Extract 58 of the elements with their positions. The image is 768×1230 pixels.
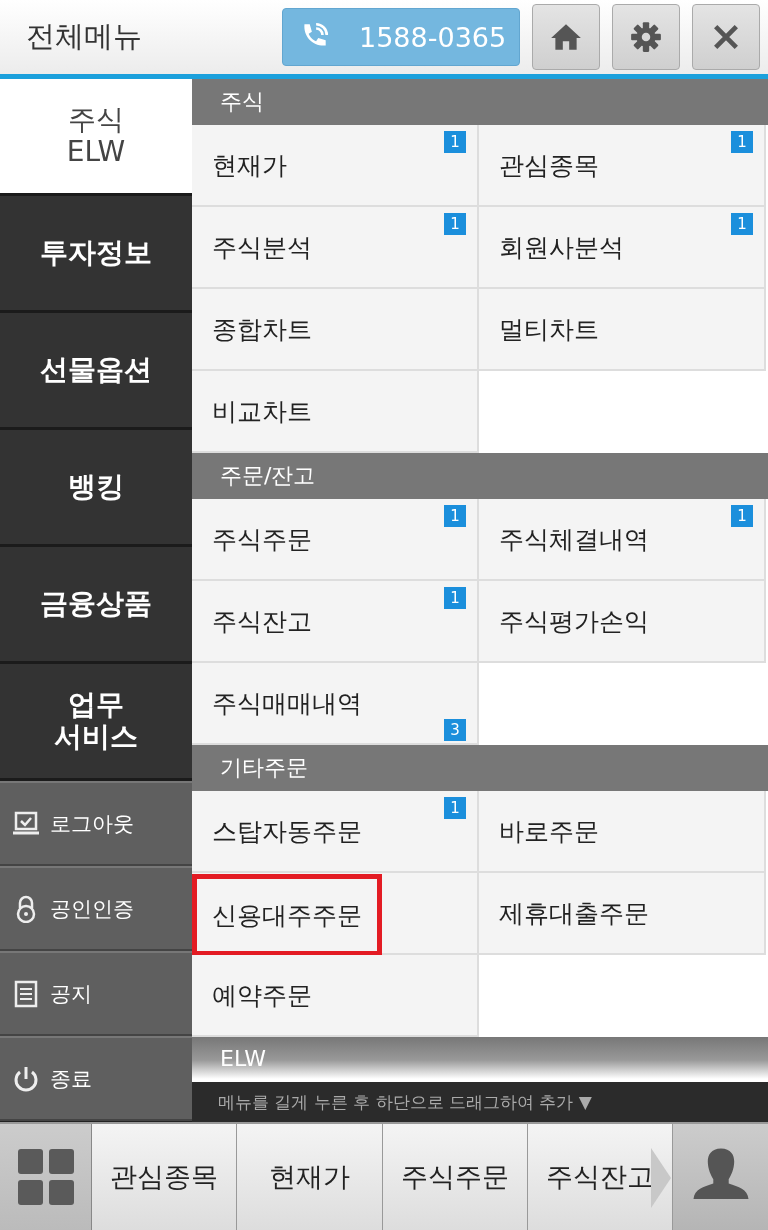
section-header: 주식 [192, 79, 768, 125]
count-badge: 1 [444, 797, 466, 819]
menu-item[interactable]: 제휴대출주문 [479, 873, 766, 955]
quick-menu-button[interactable]: 현재가 [237, 1124, 383, 1230]
count-badge: 1 [444, 587, 466, 609]
document-icon [12, 979, 40, 1008]
count-badge: 1 [444, 213, 466, 235]
settings-button[interactable] [612, 4, 680, 70]
utility-button[interactable]: 종료 [0, 1036, 192, 1121]
menu-item[interactable]: 회원사분석 1 [479, 207, 766, 289]
menu-item[interactable]: 종합차트 [192, 289, 479, 371]
menu-item[interactable]: 예약주문 [192, 955, 479, 1037]
section-header: 기타주문 [192, 745, 768, 791]
section-header: ELW [192, 1037, 768, 1079]
menu-item[interactable]: 주식주문 1 [192, 499, 479, 581]
count-badge: 1 [731, 505, 753, 527]
page-title: 전체메뉴 [26, 18, 142, 55]
menu-item[interactable]: 주식평가손익 [479, 581, 766, 663]
utility-button[interactable]: 공지 [0, 951, 192, 1036]
all-menu-button[interactable] [0, 1124, 92, 1230]
laptop-check-icon [12, 809, 40, 838]
profile-button[interactable] [673, 1124, 768, 1230]
menu-item[interactable]: 스탑자동주문 1 [192, 791, 479, 873]
category-tab[interactable]: 금융상품 [0, 547, 192, 664]
category-tab[interactable]: 주식 ELW [0, 79, 192, 196]
utility-button[interactable]: 공인인증 [0, 866, 192, 951]
home-button[interactable] [532, 4, 600, 70]
category-tab[interactable]: 투자정보 [0, 196, 192, 313]
menu-item[interactable]: 관심종목 1 [479, 125, 766, 207]
power-icon [12, 1064, 40, 1093]
quick-menu-button[interactable]: 주식주문 [382, 1124, 528, 1230]
utility-button[interactable]: 로그아웃 [0, 781, 192, 866]
count-badge: 1 [444, 505, 466, 527]
close-button[interactable] [692, 4, 760, 70]
count-badge: 3 [444, 719, 466, 741]
menu-item[interactable]: 비교차트 [192, 371, 479, 453]
count-badge: 1 [731, 131, 753, 153]
menu-item[interactable]: 주식분석 1 [192, 207, 479, 289]
category-tab[interactable]: 선물옵션 [0, 313, 192, 430]
menu-item[interactable]: 주식체결내역 1 [479, 499, 766, 581]
chevron-icon [651, 1148, 671, 1208]
category-tab[interactable]: 업무 서비스 [0, 664, 192, 781]
settings-icon [629, 20, 663, 54]
grid-icon [15, 1147, 76, 1207]
menu-item[interactable]: 현재가 1 [192, 125, 479, 207]
count-badge: 1 [731, 213, 753, 235]
quick-menu-button[interactable]: 관심종목 [92, 1124, 238, 1230]
section-header: 주문/잔고 [192, 453, 768, 499]
quick-menu-button[interactable]: 주식잔고 [527, 1124, 673, 1230]
menu-item[interactable]: 바로주문 [479, 791, 766, 873]
menu-item[interactable]: 멀티차트 [479, 289, 766, 371]
menu-item[interactable]: 주식매매내역 3 [192, 663, 479, 745]
count-badge: 1 [444, 131, 466, 153]
category-tab[interactable]: 뱅킹 [0, 430, 192, 547]
menu-item[interactable]: 주식잔고 1 [192, 581, 479, 663]
menu-item[interactable]: 신용대주주문 [192, 873, 479, 955]
close-icon [711, 22, 741, 52]
hint-text: 메뉴를 길게 누른 후 하단으로 드래그하여 추가 ▼ [192, 1082, 768, 1122]
